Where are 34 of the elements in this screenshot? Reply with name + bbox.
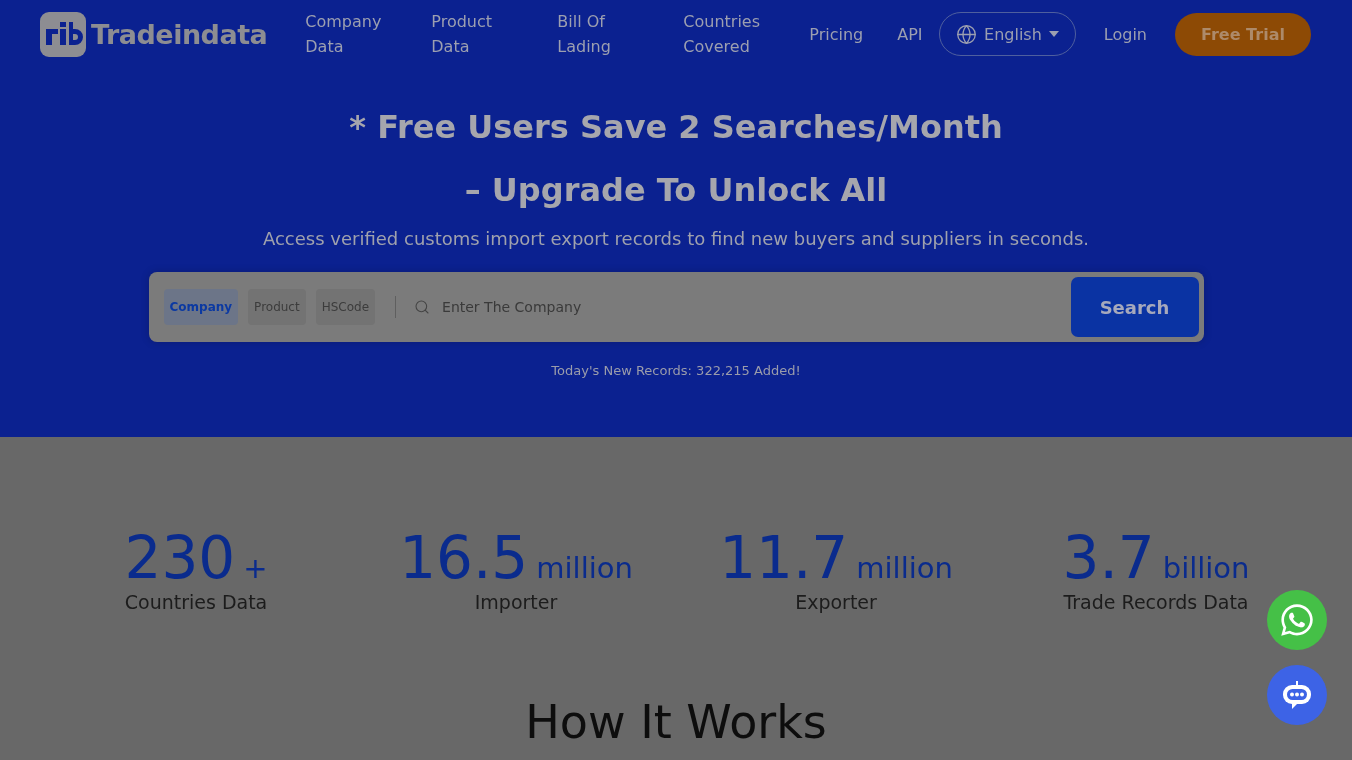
stat-label: Exporter: [795, 590, 877, 615]
logo-icon: [40, 11, 86, 57]
nav-link[interactable]: Pricing: [809, 21, 864, 47]
stat-label: Countries Data: [124, 590, 268, 615]
stat-unit: million: [536, 551, 633, 585]
chatbot-button[interactable]: [1267, 665, 1327, 725]
stat-label: Trade Records Data: [1063, 590, 1249, 615]
chat-robot-icon: [1281, 680, 1313, 710]
caret-icon: [1048, 31, 1059, 37]
nav-link[interactable]: Bill Of Lading: [557, 9, 650, 59]
phone-chat-button[interactable]: [1267, 590, 1327, 650]
records-note: Today's New Records: 322,215 Added!: [551, 362, 801, 380]
phone-bubble-icon: [1279, 602, 1315, 638]
nav-link[interactable]: Countries Covered: [683, 9, 776, 59]
login-link[interactable]: Login: [1103, 24, 1147, 44]
hero-subtitle: Access verified customs import export records to find new buyers and suppliers in seconds.: [262, 227, 1090, 251]
globe-icon: [956, 23, 978, 45]
search-icon: [414, 299, 431, 315]
headline: * Free Users Save 2 Searches/Month: [349, 107, 1003, 148]
search-button[interactable]: Search: [1070, 277, 1199, 337]
stat-unit: billion: [1162, 551, 1250, 585]
stat-value: 230: [124, 527, 236, 589]
nav-link[interactable]: Product Data: [431, 9, 524, 59]
section-heading: How It Works: [525, 695, 827, 749]
nav-link[interactable]: Company Data: [305, 9, 398, 59]
stat-value: 11.7: [719, 527, 849, 589]
stat-value: 16.5: [399, 527, 529, 589]
headline: – Upgrade To Unlock All: [464, 170, 888, 211]
stat-unit: +: [243, 551, 268, 585]
stat-label: Importer: [474, 590, 558, 615]
logo-text[interactable]: Tradeindata: [91, 18, 268, 50]
stat-value: 3.7: [1062, 527, 1155, 589]
nav-link[interactable]: API: [897, 21, 923, 47]
stat-unit: million: [856, 551, 953, 585]
